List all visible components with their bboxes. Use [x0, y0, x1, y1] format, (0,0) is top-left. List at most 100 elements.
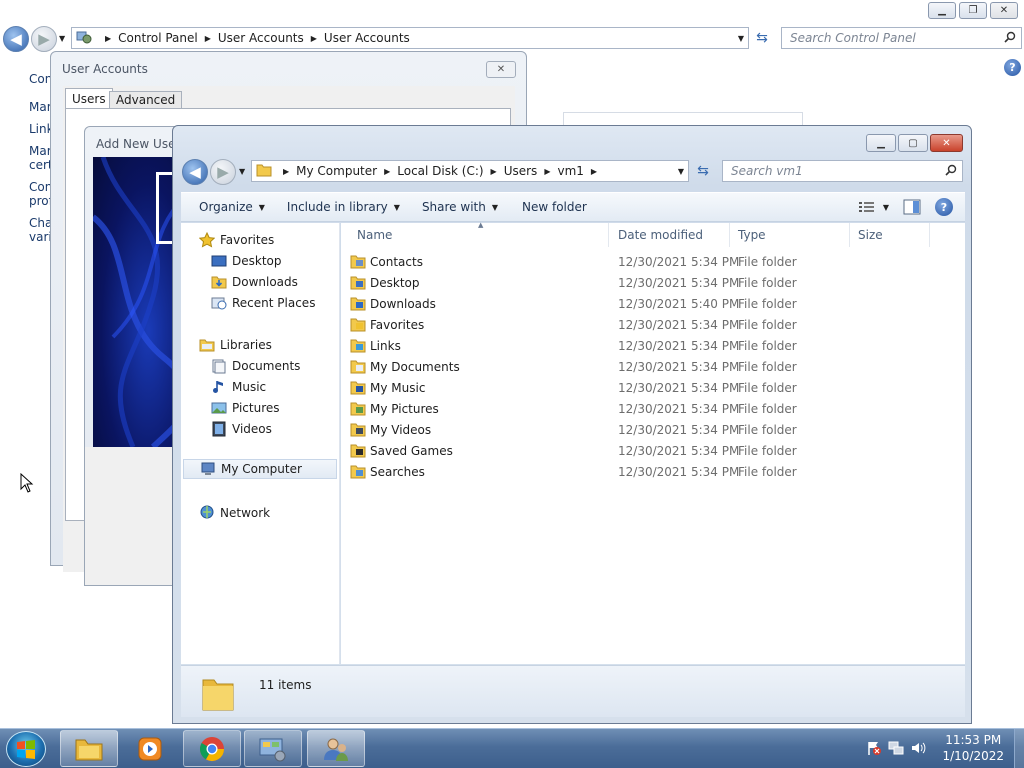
help-icon[interactable]: ? — [935, 198, 953, 216]
explorer-address-bar[interactable]: ▶ My Computer ▶ Local Disk (C:) ▶ Users … — [251, 160, 689, 182]
command-bar: Organize ▼ Include in library ▼ Share with… — [181, 192, 965, 222]
navigation-pane: Favorites Desktop Downloads Recent Place… — [181, 223, 340, 664]
file-type: File folder — [738, 444, 797, 458]
preview-pane-icon[interactable] — [903, 199, 921, 215]
back-button[interactable]: ◀ — [182, 159, 208, 185]
nav-label: Network — [220, 506, 271, 520]
restore-button[interactable]: ❐ — [959, 2, 987, 19]
nav-downloads[interactable]: Downloads — [211, 274, 298, 290]
file-date-modified: 12/30/2021 5:34 PM — [618, 402, 740, 416]
network-status-icon[interactable] — [888, 740, 904, 756]
action-center-flag-icon[interactable] — [866, 740, 882, 756]
change-view-button[interactable]: ▼ — [858, 201, 889, 213]
breadcrumb-control-panel[interactable]: Control Panel — [118, 31, 198, 45]
recent-pages-dropdown[interactable]: ▼ — [59, 34, 65, 43]
volume-icon[interactable] — [910, 740, 926, 756]
control-panel-address-bar[interactable]: ▶ Control Panel ▶ User Accounts ▶ User A… — [71, 27, 749, 49]
nav-recent-places[interactable]: Recent Places — [211, 295, 315, 311]
start-button[interactable] — [6, 731, 46, 767]
back-button[interactable]: ◀ — [3, 26, 29, 52]
taskbar-user-accounts-button[interactable] — [307, 730, 365, 767]
dialog-title: User Accounts — [62, 62, 148, 76]
organize-button[interactable]: Organize ▼ — [199, 200, 265, 214]
forward-button[interactable]: ▶ — [210, 159, 236, 185]
close-button[interactable]: ✕ — [990, 2, 1018, 19]
column-label: Size — [858, 228, 883, 242]
refresh-button[interactable]: ⇆ — [692, 160, 714, 182]
file-row[interactable]: Desktop 12/30/2021 5:34 PM File folder — [341, 273, 965, 294]
file-row[interactable]: My Videos 12/30/2021 5:34 PM File folder — [341, 420, 965, 441]
tab-users[interactable]: Users — [65, 88, 113, 108]
breadcrumb-separator: ▶ — [310, 33, 317, 43]
breadcrumb-my-computer[interactable]: My Computer — [296, 164, 377, 178]
tab-advanced[interactable]: Advanced — [109, 91, 183, 108]
explorer-search-input[interactable]: Search vm1 — [722, 160, 963, 182]
star-icon — [199, 232, 215, 248]
nav-pictures[interactable]: Pictures — [211, 400, 280, 416]
file-row[interactable]: Contacts 12/30/2021 5:34 PM File folder — [341, 252, 965, 273]
column-header-size[interactable]: Size — [850, 223, 930, 247]
include-in-library-label: Include in library — [286, 200, 388, 214]
file-row[interactable]: Saved Games 12/30/2021 5:34 PM File folder — [341, 441, 965, 462]
nav-my-computer[interactable]: My Computer — [183, 459, 337, 479]
file-row[interactable]: Favorites 12/30/2021 5:34 PM File folder — [341, 315, 965, 336]
file-name: Saved Games — [370, 444, 453, 458]
sort-arrow-icon: ▲ — [478, 221, 484, 229]
nav-desktop[interactable]: Desktop — [211, 253, 282, 269]
column-header-type[interactable]: Type — [730, 223, 850, 247]
column-header-date-modified[interactable]: Date modified — [610, 223, 730, 247]
file-name: My Music — [370, 381, 426, 395]
file-date-modified: 12/30/2021 5:34 PM — [618, 465, 740, 479]
videos-icon — [212, 421, 226, 437]
chrome-icon — [199, 736, 224, 761]
taskbar-explorer-button[interactable] — [60, 730, 118, 767]
address-history-dropdown[interactable]: ▼ — [678, 167, 684, 176]
breadcrumb-user-accounts-category[interactable]: User Accounts — [218, 31, 304, 45]
nav-videos[interactable]: Videos — [211, 421, 272, 437]
breadcrumb-local-disk[interactable]: Local Disk (C:) — [397, 164, 483, 178]
file-row[interactable]: Links 12/30/2021 5:34 PM File folder — [341, 336, 965, 357]
network-icon — [200, 505, 214, 519]
nav-label: Downloads — [232, 275, 298, 289]
minimize-button[interactable]: ▁ — [866, 134, 896, 152]
file-row[interactable]: Searches 12/30/2021 5:34 PM File folder — [341, 462, 965, 483]
nav-network[interactable]: Network — [199, 505, 270, 521]
refresh-button[interactable]: ⇆ — [751, 27, 773, 49]
file-row[interactable]: Downloads 12/30/2021 5:40 PM File folder — [341, 294, 965, 315]
nav-favorites[interactable]: Favorites — [199, 232, 274, 248]
close-button[interactable]: ✕ — [486, 61, 516, 78]
nav-label: Videos — [232, 422, 272, 436]
chevron-down-icon: ▼ — [393, 202, 400, 212]
breadcrumb-user-accounts[interactable]: User Accounts — [324, 31, 410, 45]
share-with-button[interactable]: Share with ▼ — [422, 200, 498, 214]
file-type: File folder — [738, 276, 797, 290]
show-desktop-button[interactable] — [1014, 729, 1024, 768]
new-folder-button[interactable]: New folder — [522, 200, 587, 214]
address-history-dropdown[interactable]: ▼ — [738, 34, 744, 43]
recent-pages-dropdown[interactable]: ▼ — [239, 167, 245, 176]
help-icon[interactable]: ? — [1004, 59, 1021, 76]
nav-documents[interactable]: Documents — [211, 358, 300, 374]
include-in-library-button[interactable]: Include in library ▼ — [287, 200, 400, 214]
taskbar-control-panel-button[interactable] — [244, 730, 302, 767]
taskbar-media-player-button[interactable] — [121, 730, 179, 767]
close-button[interactable]: ✕ — [930, 134, 963, 152]
minimize-button[interactable]: ▁ — [928, 2, 956, 19]
maximize-button[interactable]: ▢ — [898, 134, 928, 152]
pictures-folder-icon — [350, 402, 366, 416]
taskbar-chrome-button[interactable] — [183, 730, 241, 767]
file-date-modified: 12/30/2021 5:34 PM — [618, 339, 740, 353]
control-panel-search-input[interactable]: Search Control Panel — [781, 27, 1022, 49]
breadcrumb-users[interactable]: Users — [504, 164, 538, 178]
breadcrumb-vm1[interactable]: vm1 — [557, 164, 583, 178]
forward-button[interactable]: ▶ — [31, 26, 57, 52]
clock-date: 1/10/2022 — [942, 749, 1004, 763]
nav-music[interactable]: Music — [211, 379, 266, 395]
file-row[interactable]: My Documents 12/30/2021 5:34 PM File folde… — [341, 357, 965, 378]
file-row[interactable]: My Music 12/30/2021 5:34 PM File folder — [341, 378, 965, 399]
computer-icon — [201, 462, 215, 475]
nav-label: Desktop — [232, 254, 282, 268]
clock[interactable]: 11:53 PM 1/10/2022 — [942, 732, 1004, 764]
nav-libraries[interactable]: Libraries — [199, 337, 272, 353]
file-row[interactable]: My Pictures 12/30/2021 5:34 PM File folder — [341, 399, 965, 420]
